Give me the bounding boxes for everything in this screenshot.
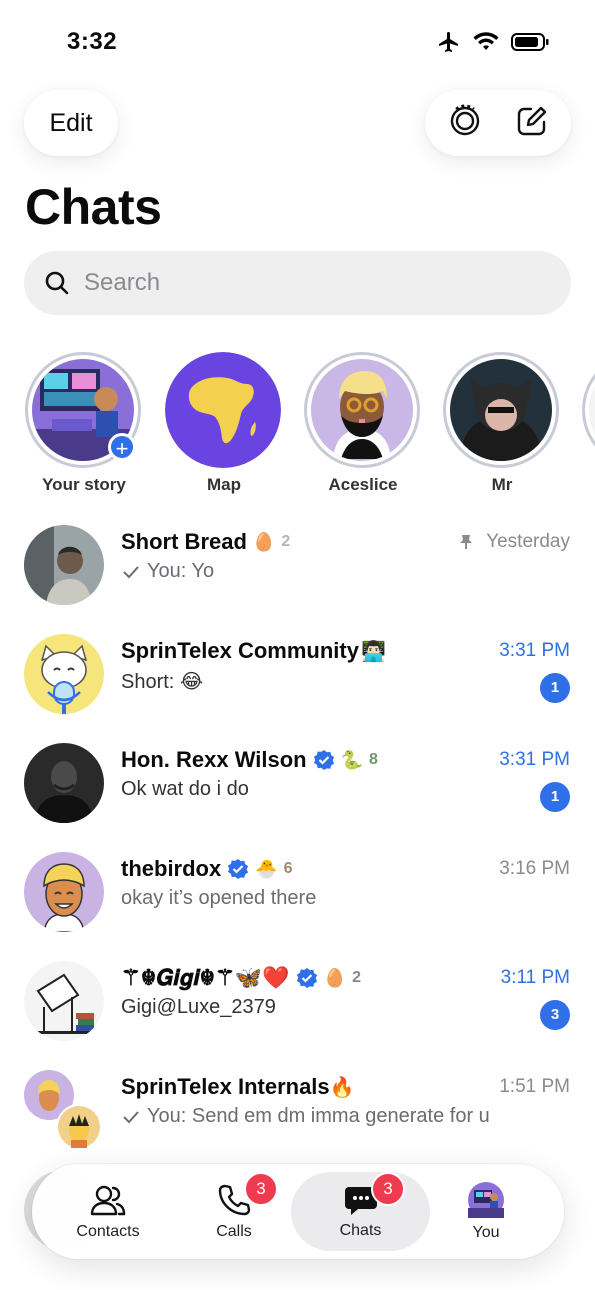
page-title: Chats (25, 179, 162, 235)
status-emoji: 🥚 (323, 967, 347, 988)
avatar (24, 743, 104, 823)
stories-camera-button[interactable] (448, 104, 482, 143)
contacts-icon (90, 1185, 126, 1215)
chat-time: 3:31 PM (499, 749, 570, 770)
status-count: 8 (369, 751, 378, 768)
story-next[interactable] (582, 352, 595, 468)
unread-badge: 1 (540, 782, 570, 812)
chat-message: You: Send em dm imma generate for u (147, 1105, 490, 1127)
tab-label: Contacts (76, 1222, 140, 1240)
story-label: Aceslice (328, 475, 398, 494)
battery-icon (511, 33, 549, 51)
search-input[interactable] (82, 268, 526, 298)
chat-row[interactable]: thebirdox 🐣 6 3:16 PM okay it’s opened t… (0, 842, 595, 942)
name-emoji: 👨🏻‍💻 (360, 640, 386, 663)
calls-badge: 3 (244, 1172, 278, 1206)
story-label: Map (207, 475, 241, 494)
chat-row[interactable]: SprinTelex Internals 🔥 1:51 PM You: Send… (0, 1060, 595, 1160)
mr-avatar (450, 359, 552, 461)
status-emoji: 🥚 (252, 531, 276, 552)
chat-time: 3:31 PM (499, 640, 570, 661)
status-count: 6 (283, 860, 293, 877)
chat-time: 1:51 PM (499, 1076, 570, 1097)
chat-name: SprinTelex Community (121, 638, 359, 663)
verified-icon (313, 750, 334, 770)
avatar (24, 525, 104, 605)
avatar (24, 634, 104, 714)
story-label: Mr (491, 475, 513, 494)
chat-name: thebirdox (121, 856, 222, 881)
chat-row[interactable]: SprinTelex Community 👨🏻‍💻 3:31 PM Short:… (0, 624, 595, 724)
tab-calls[interactable]: Calls 3 (178, 1164, 290, 1259)
profile-avatar (468, 1181, 504, 1218)
new-message-button[interactable] (515, 104, 549, 143)
chat-message: You: Yo (147, 560, 215, 582)
status-time: 3:32 (67, 28, 118, 55)
chat-message: Ok wat do i do (121, 778, 249, 800)
story-circle-icon (450, 104, 479, 135)
chats-badge: 3 (371, 1172, 405, 1206)
avatar (24, 852, 104, 932)
sent-check-icon (123, 565, 139, 578)
status-emoji: 🐍 (340, 749, 364, 770)
story-label: Your story (42, 475, 126, 494)
status-count: 2 (281, 533, 291, 550)
airplane-mode-icon (439, 32, 458, 52)
name-emoji: 🔥 (329, 1076, 355, 1099)
avatar (24, 961, 104, 1041)
chat-name: SprinTelex Internals (121, 1074, 330, 1099)
status-count: 2 (352, 969, 362, 986)
status-emoji: 🐣 (255, 858, 278, 879)
header-actions (425, 90, 571, 156)
unread-badge: 1 (540, 673, 570, 703)
chat-message: Gigi@Luxe_2379 (121, 996, 276, 1018)
story-your-story[interactable]: + Your story (25, 352, 143, 495)
tab-you[interactable]: You (436, 1164, 536, 1259)
chat-row[interactable]: Hon. Rexx Wilson 🐍 8 3:31 PM Ok wat do i… (0, 733, 595, 833)
sent-check-icon (123, 1110, 139, 1123)
add-story-icon[interactable]: + (108, 433, 136, 461)
search-bar[interactable] (24, 251, 571, 315)
aceslice-avatar (311, 359, 413, 461)
tab-chats[interactable]: Chats 3 (291, 1172, 430, 1251)
story-map[interactable]: Map (165, 352, 283, 495)
chat-row[interactable]: Short Bread 🥚 2 Yesterday You: Yo (0, 515, 595, 615)
tab-label: Chats (339, 1221, 382, 1239)
chat-time: 3:16 PM (499, 858, 570, 879)
verified-icon (228, 859, 249, 879)
compose-icon (517, 106, 546, 135)
chat-message: Short: 😂 (121, 671, 204, 693)
chat-name: Hon. Rexx Wilson (121, 747, 307, 772)
tab-label: Calls (216, 1222, 252, 1240)
search-icon (45, 271, 69, 295)
chat-time: Yesterday (486, 531, 570, 552)
tab-bar: Contacts Calls 3 Chats 3 You (32, 1164, 564, 1259)
story-aceslice[interactable]: Aceslice (304, 352, 422, 495)
group-avatar (24, 1070, 104, 1150)
map-globe-icon (165, 352, 281, 468)
pin-icon (460, 535, 473, 549)
chat-name: Short Bread (121, 529, 247, 554)
status-icons (437, 30, 549, 54)
tab-label: You (472, 1223, 500, 1241)
wifi-icon (473, 32, 499, 50)
story-mr[interactable]: Mr (443, 352, 561, 495)
verified-icon (296, 968, 317, 988)
tab-contacts[interactable]: Contacts (52, 1164, 164, 1259)
edit-button[interactable]: Edit (24, 90, 118, 156)
chat-name: ⚚☬𝑮𝒊𝒈𝒊☬⚚🦋❤️ (121, 965, 290, 991)
chat-time: 3:11 PM (500, 967, 570, 988)
unread-badge: 3 (540, 1000, 570, 1030)
chat-row[interactable]: ⚚☬𝑮𝒊𝒈𝒊☬⚚🦋❤️ 🥚 2 3:11 PM Gigi@Luxe_2379 3 (0, 951, 595, 1051)
chat-message: okay it’s opened there (121, 887, 317, 909)
